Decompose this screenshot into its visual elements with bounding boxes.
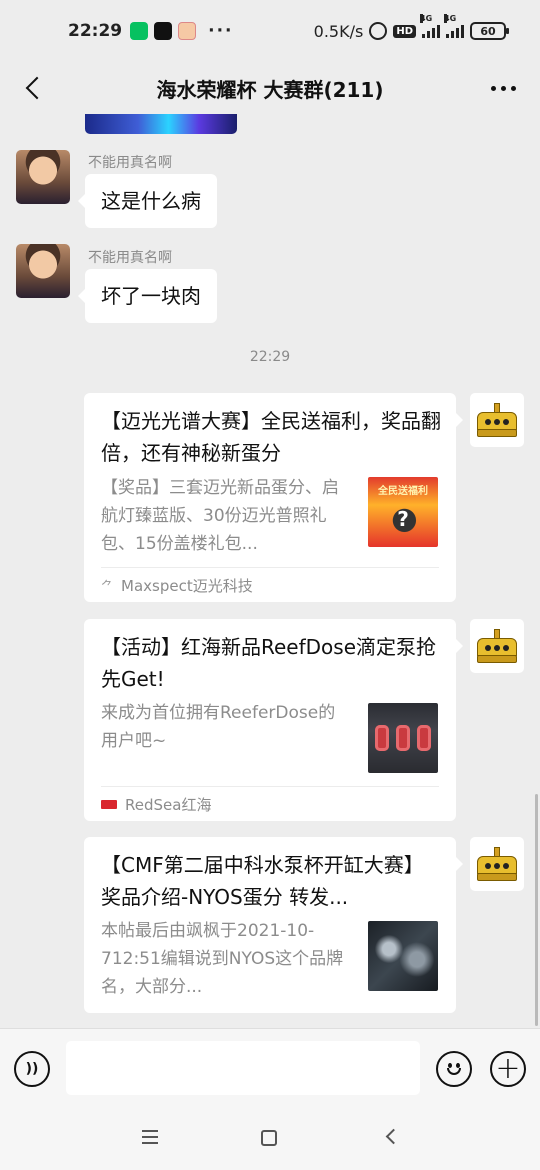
card-thumbnail: 全民送福利 ? xyxy=(368,477,438,547)
chat-area[interactable]: 不能用真名啊 这是什么病 不能用真名啊 坏了一块肉 22:29 【迈光光谱大赛】… xyxy=(0,114,540,1028)
voice-input-button[interactable]: )) xyxy=(14,1051,50,1087)
sender-avatar[interactable] xyxy=(16,150,70,204)
alarm-icon xyxy=(369,22,388,40)
voice-icon: )) xyxy=(25,1061,39,1077)
emoji-icon xyxy=(443,1058,465,1080)
card-description: 本帖最后由飒枫于2021-10-712:51编辑说到NYOS这个品牌名，大部分.… xyxy=(101,921,344,997)
message-timestamp: 22:29 xyxy=(249,349,291,365)
pig-icon xyxy=(178,22,197,40)
card-thumbnail xyxy=(368,921,438,991)
signal-label: 4G xyxy=(420,14,433,23)
message-input[interactable] xyxy=(66,1041,420,1095)
status-bar: 22:29 ··· 0.5K/s HD 4G 4G 60 xyxy=(0,0,540,62)
wechat-icon xyxy=(130,22,149,40)
my-avatar[interactable] xyxy=(470,837,524,891)
card-source-name: Maxspect迈光科技 xyxy=(121,576,253,595)
link-card[interactable]: 【活动】红海新品ReefDose滴定泵抢先Get! 来成为首位拥有ReeferD… xyxy=(84,619,463,821)
home-button[interactable] xyxy=(261,1130,277,1146)
card-divider xyxy=(101,567,439,568)
message-bubble[interactable]: 坏了一块肉 xyxy=(78,269,217,323)
crown-icon xyxy=(475,847,519,881)
sender-avatar[interactable] xyxy=(16,244,70,298)
card-source-name: RedSea红海 xyxy=(125,795,212,814)
status-indicators: 0.5K/s HD 4G 4G 60 xyxy=(313,14,509,41)
back-button[interactable] xyxy=(14,68,54,108)
dot-icon xyxy=(500,85,506,91)
chat-title: 海水荣耀杯 大赛群(211) xyxy=(156,77,384,102)
add-attachment-button[interactable]: + xyxy=(490,1051,526,1087)
back-icon xyxy=(25,76,49,100)
card-description: 【奖品】三套迈光新品蛋分、启航灯臻蓝版、30份迈光普照礼包、15份盖楼礼包... xyxy=(101,478,339,554)
sender-name: 不能用真名啊 xyxy=(88,155,172,171)
status-time: 22:29 xyxy=(68,21,123,41)
hd-badge: HD xyxy=(393,24,416,38)
signal-icon-2: 4G xyxy=(444,14,464,38)
crown-icon xyxy=(475,403,519,437)
recent-apps-button[interactable] xyxy=(142,1130,158,1144)
plus-icon: + xyxy=(495,1051,521,1086)
signal-icon: 4G xyxy=(420,14,440,38)
my-avatar[interactable] xyxy=(470,393,524,447)
net-speed: 0.5K/s xyxy=(313,21,364,41)
system-back-button[interactable] xyxy=(385,1128,402,1145)
sender-name: 不能用真名啊 xyxy=(88,250,172,266)
status-more-icon: ··· xyxy=(208,21,234,41)
chat-scrollbar[interactable] xyxy=(535,794,538,1026)
card-thumbnail xyxy=(368,703,438,773)
card-title: 【迈光光谱大赛】全民送福利，奖品翻倍，还有神秘新蛋分 xyxy=(101,409,441,465)
message-bubble[interactable]: 这是什么病 xyxy=(78,174,217,228)
crown-icon xyxy=(475,629,519,663)
card-source: ⺈ Maxspect迈光科技 xyxy=(101,570,253,600)
dot-icon xyxy=(510,85,516,91)
dot-icon xyxy=(490,85,496,91)
card-source: RedSea红海 xyxy=(101,789,211,819)
mini-program-icon: ⺈ xyxy=(101,578,114,593)
card-description: 来成为首位拥有ReeferDose的用户吧~ xyxy=(101,703,336,751)
card-divider xyxy=(101,786,439,787)
system-nav-bar xyxy=(0,1108,540,1170)
more-options-button[interactable] xyxy=(482,68,524,108)
my-avatar[interactable] xyxy=(470,619,524,673)
link-card[interactable]: 【CMF第二届中科水泵杯开缸大赛】奖品介绍-NYOS蛋分 转发... 本帖最后由… xyxy=(84,837,463,1013)
battery-icon: 60 xyxy=(470,22,509,40)
thumbnail-caption: 全民送福利 xyxy=(378,486,428,497)
card-title: 【活动】红海新品ReefDose滴定泵抢先Get! xyxy=(101,635,437,691)
chat-header: 海水荣耀杯 大赛群(211) xyxy=(0,62,540,114)
card-title: 【CMF第二届中科水泵杯开缸大赛】奖品介绍-NYOS蛋分 转发... xyxy=(101,853,424,909)
signal-label-2: 4G xyxy=(444,14,457,23)
thumbnail-mark: ? xyxy=(397,507,409,531)
previous-image-message[interactable] xyxy=(85,114,237,134)
redsea-logo-icon xyxy=(101,799,117,809)
input-bar: )) + xyxy=(0,1028,540,1108)
link-card[interactable]: 【迈光光谱大赛】全民送福利，奖品翻倍，还有神秘新蛋分 【奖品】三套迈光新品蛋分、… xyxy=(84,393,463,602)
tiktok-icon xyxy=(154,22,173,40)
emoji-button[interactable] xyxy=(436,1051,472,1087)
